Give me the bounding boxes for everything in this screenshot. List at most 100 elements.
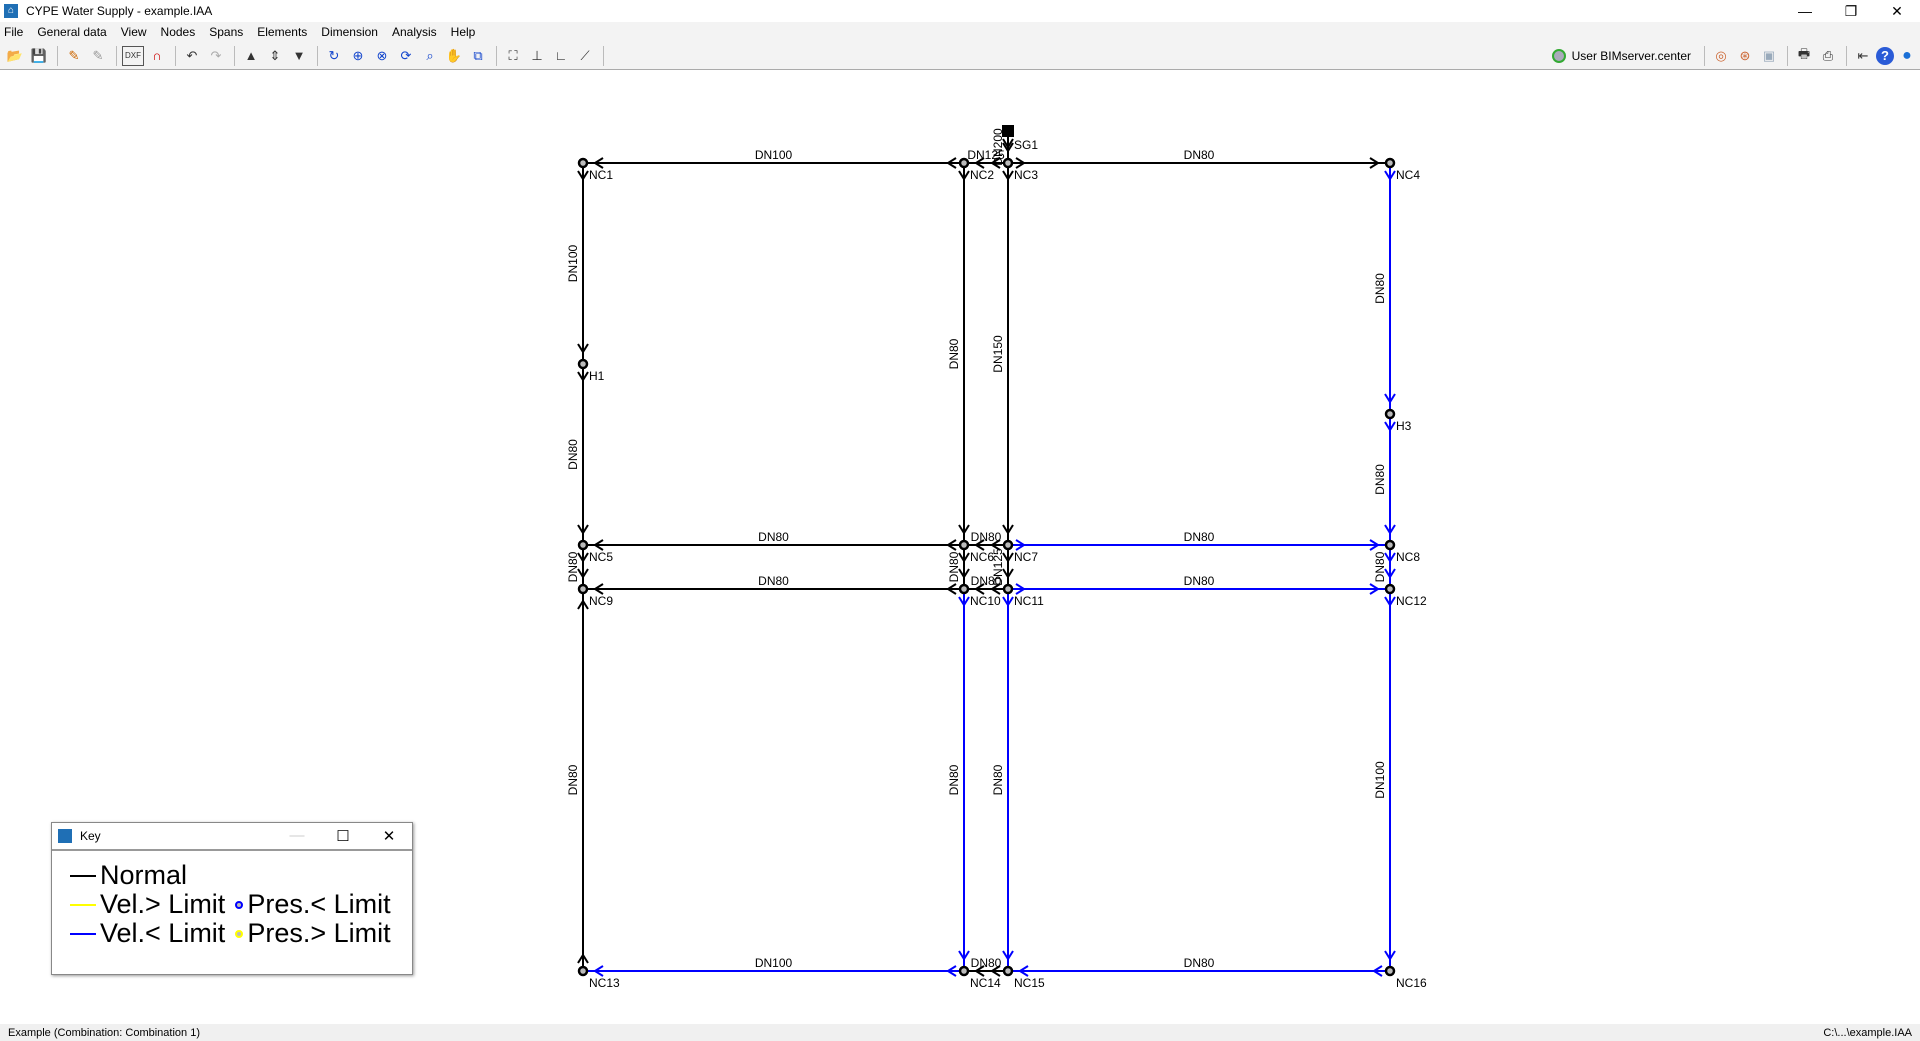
pipe-NC11-NC15[interactable]: DN80 <box>991 589 1014 971</box>
menu-spans[interactable]: Spans <box>209 25 243 39</box>
menu-general-data[interactable]: General data <box>37 25 106 39</box>
menu-view[interactable]: View <box>121 25 147 39</box>
user-bimserver-button[interactable]: User BIMserver.center <box>1551 48 1691 63</box>
pipe-NC1-H1[interactable]: DN100 <box>566 163 589 364</box>
junction-node-icon[interactable] <box>1384 157 1396 169</box>
tools-disabled-icon[interactable]: ✎ <box>87 46 109 66</box>
close-button[interactable]: ✕ <box>1874 3 1920 20</box>
node-label: NC2 <box>970 168 994 182</box>
print-preview-icon[interactable]: ⎙ <box>1817 46 1839 66</box>
pipe-NC2-NC1[interactable]: DN100 <box>583 148 964 169</box>
legend-line-blue <box>70 932 96 935</box>
pipe-label: DN150 <box>991 335 1005 373</box>
pipe-NC3-NC7[interactable]: DN150 <box>991 163 1014 545</box>
open-icon[interactable]: 📂 <box>4 46 26 66</box>
pipe-NC16-NC15[interactable]: DN80 <box>1008 956 1390 977</box>
pipe-NC6-NC5[interactable]: DN80 <box>583 530 964 551</box>
menu-analysis[interactable]: Analysis <box>392 25 437 39</box>
pipe-H3-NC8[interactable]: DN80 <box>1373 414 1396 545</box>
junction-node-icon[interactable] <box>1002 539 1014 551</box>
menu-elements[interactable]: Elements <box>257 25 307 39</box>
junction-node-icon[interactable] <box>577 965 589 977</box>
bim-model-icon[interactable]: ▣ <box>1758 46 1780 66</box>
zoom-refresh-icon[interactable]: ↻ <box>323 46 345 66</box>
pipe-NC8-NC12[interactable]: DN80 <box>1373 545 1396 589</box>
zoom-all-icon[interactable]: ⊕ <box>347 46 369 66</box>
window-view-icon[interactable]: ⧉ <box>467 46 489 66</box>
pipe-NC5-NC9[interactable]: DN80 <box>566 545 589 589</box>
supply-node-icon[interactable] <box>1002 125 1014 137</box>
exit-icon[interactable]: ⇤ <box>1852 46 1874 66</box>
pipe-NC7-NC8[interactable]: DN80 <box>1008 530 1390 551</box>
magnet-icon[interactable]: ∩ <box>146 46 168 66</box>
junction-node-icon[interactable] <box>1002 965 1014 977</box>
zoom-window-icon[interactable]: ⌕ <box>419 46 441 66</box>
pan-hand-icon[interactable]: ✋ <box>443 46 465 66</box>
menu-help[interactable]: Help <box>451 25 476 39</box>
edit-tools-icon[interactable]: ✎ <box>63 46 85 66</box>
junction-node-icon[interactable] <box>577 157 589 169</box>
help-icon[interactable]: ? <box>1876 46 1894 65</box>
junction-node-icon[interactable] <box>577 539 589 551</box>
pipe-NC4-H3[interactable]: DN80 <box>1373 163 1396 414</box>
junction-node-icon[interactable] <box>1002 157 1014 169</box>
undo-icon[interactable]: ↶ <box>181 46 203 66</box>
levels-icon[interactable]: ⇕ <box>264 46 286 66</box>
binoculars-icon[interactable]: ⛶ <box>502 46 524 66</box>
junction-node-icon[interactable] <box>958 965 970 977</box>
pipe-NC2-NC6[interactable]: DN80 <box>947 163 970 545</box>
print-icon[interactable]: 🖶 <box>1793 46 1815 66</box>
junction-node-icon[interactable] <box>577 358 589 370</box>
junction-node-icon[interactable] <box>958 157 970 169</box>
pipe-NC6-NC10[interactable]: DN80 <box>947 545 970 589</box>
save-icon[interactable]: 💾 <box>28 46 50 66</box>
pipe-label: DN80 <box>971 574 1002 588</box>
bim-sync-icon[interactable]: ◎ <box>1710 46 1732 66</box>
junction-node-icon[interactable] <box>1384 539 1396 551</box>
pipe-label: DN80 <box>1184 956 1215 970</box>
junction-node-icon[interactable] <box>958 539 970 551</box>
zoom-x2-icon[interactable]: ⊗ <box>371 46 393 66</box>
angle-icon[interactable]: ∟ <box>550 46 572 66</box>
node-label: NC8 <box>1396 550 1420 564</box>
node-NC12[interactable]: NC12 <box>1384 583 1427 608</box>
pipe-NC3-NC4[interactable]: DN80 <box>1008 148 1390 169</box>
junction-node-icon[interactable] <box>1384 408 1396 420</box>
dxf-dwg-icon[interactable]: DXF <box>122 45 144 66</box>
key-title-bar[interactable]: Key — ☐ ✕ <box>52 823 412 851</box>
web-globe-icon[interactable]: ● <box>1896 46 1918 66</box>
level-down-icon[interactable]: ▼ <box>288 46 310 66</box>
toolbar-separator <box>1846 45 1847 66</box>
junction-node-icon[interactable] <box>1002 583 1014 595</box>
pipe-NC10-NC14[interactable]: DN80 <box>947 589 970 971</box>
key-close-button[interactable]: ✕ <box>366 827 412 845</box>
minimize-button[interactable]: — <box>1782 3 1828 20</box>
redraw-icon[interactable]: ⟳ <box>395 46 417 66</box>
junction-node-icon[interactable] <box>1384 965 1396 977</box>
junction-node-icon[interactable] <box>577 583 589 595</box>
pipe-NC14-NC13[interactable]: DN100 <box>583 956 964 977</box>
menu-dimension[interactable]: Dimension <box>321 25 378 39</box>
key-maximize-button[interactable]: ☐ <box>320 827 366 845</box>
pipe-H1-NC5[interactable]: DN80 <box>566 364 589 545</box>
node-NC16[interactable]: NC16 <box>1384 965 1427 990</box>
axes-icon[interactable]: ⊥ <box>526 46 548 66</box>
pipe-NC11-NC12[interactable]: DN80 <box>1008 574 1390 595</box>
dimension-icon[interactable]: ⟋ <box>574 46 596 66</box>
pipe-NC10-NC9[interactable]: DN80 <box>583 574 964 595</box>
pipe-NC15-NC14[interactable]: DN80 <box>964 956 1008 977</box>
junction-node-icon[interactable] <box>1384 583 1396 595</box>
level-up-icon[interactable]: ▲ <box>240 46 262 66</box>
junction-node-icon[interactable] <box>958 583 970 595</box>
pipe-NC7-NC6[interactable]: DN80 <box>964 530 1008 551</box>
restore-button[interactable]: ❐ <box>1828 3 1874 20</box>
menu-nodes[interactable]: Nodes <box>161 25 196 39</box>
pipe-NC12-NC16[interactable]: DN100 <box>1373 589 1396 971</box>
pipe-label: DN80 <box>566 439 580 470</box>
bim-export-icon[interactable]: ⊛ <box>1734 46 1756 66</box>
redo-icon[interactable]: ↷ <box>205 46 227 66</box>
key-minimize-button[interactable]: — <box>274 827 320 845</box>
pipe-NC13-NC9[interactable]: DN80 <box>566 589 589 971</box>
legend-vel-low: Vel.< Limit Pres.> Limit <box>70 919 412 948</box>
menu-file[interactable]: File <box>4 25 23 39</box>
